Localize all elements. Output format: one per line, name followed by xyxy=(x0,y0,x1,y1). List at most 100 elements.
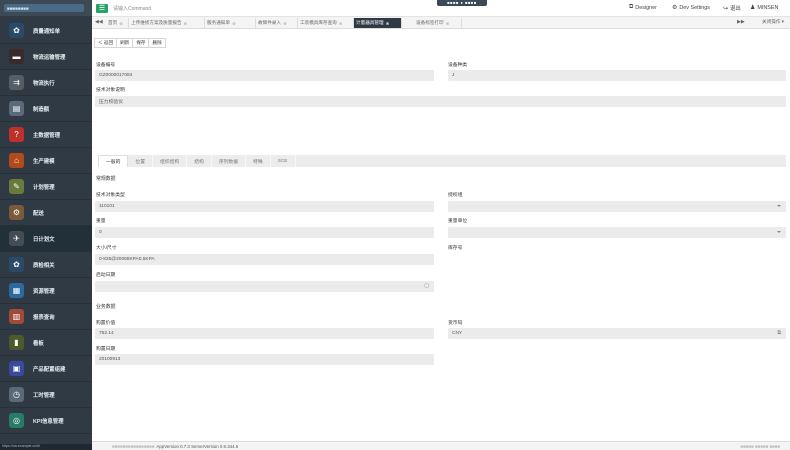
sidebar-logo-area: ■■■■■■■■ xyxy=(0,0,92,16)
tab[interactable]: 上传维修方案及质量报告 ⊗ xyxy=(129,18,205,28)
copy-icon[interactable]: ⧉ xyxy=(777,330,781,336)
detail-tab[interactable]: 序列数据 xyxy=(212,155,247,167)
start-date-label: 启动日期 xyxy=(96,273,116,278)
sidebar-item-label: 日计划文 xyxy=(33,236,55,243)
command-input[interactable]: 请输入Command xyxy=(113,5,151,12)
calendar-icon[interactable]: ▢ xyxy=(424,283,429,289)
close-tab-icon[interactable]: ⊗ xyxy=(283,21,287,26)
sidebar-item[interactable]: ▣ 产品配置组建 xyxy=(0,356,92,382)
status-blurred-right: ■■■■■ ■■■■■ ■■■■ xyxy=(740,443,780,449)
sidebar-item[interactable]: ▥ 报表查询 xyxy=(0,304,92,330)
designer-button[interactable]: ⧉ Designer xyxy=(629,4,657,11)
sidebar-item-label: 计划管理 xyxy=(33,184,55,191)
tab-label: 设备标签打印 xyxy=(416,20,444,25)
acq-date-field[interactable]: 20100913 xyxy=(95,354,434,365)
detail-tab[interactable]: 一般的 xyxy=(98,155,129,167)
tab[interactable]: 服务通知单 ⊗ xyxy=(205,18,256,28)
save-button[interactable]: 保存 xyxy=(132,38,150,48)
tab[interactable]: 故障件录入 ⊗ xyxy=(256,18,298,28)
sidebar-item[interactable]: ◎ KPI信息管理 xyxy=(0,408,92,434)
sidebar-item-icon: ⇉ xyxy=(9,75,24,90)
sidebar-item-label: 质检相关 xyxy=(33,262,55,269)
weight-unit-label: 重量单位 xyxy=(448,219,468,224)
sidebar-item[interactable]: ✈ 日计划文 xyxy=(0,226,92,252)
sidebar-item[interactable]: ✿ 质检相关 xyxy=(0,252,92,278)
tab[interactable]: 首页 ⊗ xyxy=(106,18,129,28)
tab-scroll-right-icon[interactable]: ▶▶ xyxy=(737,19,745,25)
tab-scroll-left-icon[interactable]: ◀◀ xyxy=(95,19,103,25)
sidebar-item[interactable]: ✎ 计划管理 xyxy=(0,174,92,200)
external-link-icon: ⧉ xyxy=(629,4,634,10)
version-info: AppVersion 0.7.3 ServerVersion 0.9.344.6 xyxy=(156,443,239,449)
gear-icon: ⚙ xyxy=(672,5,678,11)
currency-field[interactable]: CNY ⧉ xyxy=(448,328,786,339)
chevron-down-icon xyxy=(777,231,781,233)
weight-field[interactable]: 0 xyxy=(95,227,434,238)
start-date-field[interactable]: ▢ xyxy=(95,281,434,292)
sidebar-item[interactable]: ✿ 质量通知单 xyxy=(0,18,92,44)
sidebar-item-icon: ? xyxy=(9,127,24,142)
close-tab-icon[interactable]: ⊗ xyxy=(339,21,343,26)
sidebar-item[interactable]: ▬ 物流运输管理 xyxy=(0,44,92,70)
size-field[interactable]: 0-835@20068KPA0.5KPA xyxy=(95,254,434,265)
sidebar-item-icon: ▣ xyxy=(9,361,24,376)
action-toolbar: ＜ 返回 刷新 保存 删除 xyxy=(94,38,166,48)
close-operations-menu[interactable]: 关闭操作 ▾ xyxy=(762,19,784,25)
close-tab-icon[interactable]: ⊗ xyxy=(446,21,450,26)
detail-tab[interactable]: 特殊 xyxy=(246,155,271,167)
sidebar-item-label: 生产建模 xyxy=(33,158,55,165)
tab-label: 故障件录入 xyxy=(258,20,281,25)
sidebar-item[interactable]: ◷ 工时管理 xyxy=(0,382,92,408)
sidebar-item[interactable]: ▦ 资源管理 xyxy=(0,278,92,304)
detail-tab[interactable]: 位置 xyxy=(128,155,154,167)
dev-settings-button[interactable]: ⚙ Dev Settings xyxy=(672,4,710,12)
sidebar-item-icon: ◎ xyxy=(9,413,24,428)
logout-button[interactable]: ↪ 退出 xyxy=(723,4,741,13)
sidebar-item[interactable]: ▮ 看板 xyxy=(0,330,92,356)
close-tab-icon[interactable]: ⊗ xyxy=(184,21,188,26)
tech-obj-type-field[interactable]: 110101 xyxy=(95,201,434,212)
sidebar-item[interactable]: ⇉ 物流执行 xyxy=(0,70,92,96)
delete-button[interactable]: 删除 xyxy=(148,38,166,48)
close-tab-icon[interactable]: ⊗ xyxy=(232,21,236,26)
equipment-type-field[interactable]: J xyxy=(448,70,786,81)
tab-label: 服务通知单 xyxy=(207,20,230,25)
detail-tabs: 一般的 位置 组织结构 结构 序列数据 特殊 SCE xyxy=(98,155,786,167)
main-content: ＜ 返回 刷新 保存 删除 设备编号 GZ0000017084 设备种类 J 技… xyxy=(92,29,790,441)
tab[interactable]: 工装模具库存查询 ⊗ xyxy=(298,18,354,28)
drag-handle[interactable]: ■■■■ ● ■■■■ xyxy=(437,0,487,6)
sidebar-item[interactable]: ▤ 制造额 xyxy=(0,96,92,122)
detail-tab[interactable]: SCE xyxy=(271,155,296,167)
close-tab-icon[interactable]: ⊗ xyxy=(386,21,390,26)
equipment-no-field[interactable]: GZ0000017084 xyxy=(95,70,434,81)
tab[interactable]: 设备标签打印 ⊗ xyxy=(414,18,462,28)
detail-tab[interactable]: 结构 xyxy=(187,155,212,167)
sidebar-item-label: 物流运输管理 xyxy=(33,54,66,61)
sidebar-item[interactable]: ⚙ 配送 xyxy=(0,200,92,226)
sidebar-item-icon: ✈ xyxy=(9,231,24,246)
auth-group-select[interactable] xyxy=(448,201,786,212)
weight-label: 重量 xyxy=(96,219,106,224)
logout-icon: ↪ xyxy=(723,5,729,12)
tab-bar: ◀◀ 首页 ⊗ 上传维修方案及质量报告 ⊗ 服务通知单 ⊗ 故障件录入 ⊗ 工装模具库存查询 ⊗ 计… xyxy=(92,17,790,29)
tab[interactable]: 计量器具管理 ⊗ xyxy=(354,18,402,28)
weight-unit-select[interactable] xyxy=(448,227,786,238)
auth-group-label: 授权组 xyxy=(448,193,463,198)
tech-desc-field[interactable]: 压力校验仪 xyxy=(95,96,786,107)
app-window: ■■■■■■■■ ✿ 质量通知单 ▬ 物流运输管理 ⇉ 物流执行 ▤ 制造额? 主数据管理 ⌂ 生产… xyxy=(0,0,790,450)
business-data-title: 业务数据 xyxy=(96,305,116,310)
sidebar-item[interactable]: ? 主数据管理 xyxy=(0,122,92,148)
sidebar-item[interactable]: ⌂ 生产建模 xyxy=(0,148,92,174)
menu-toggle-button[interactable]: ☰ xyxy=(96,3,108,13)
sidebar-item-label: 产品配置组建 xyxy=(33,366,66,373)
sidebar-item-label: KPI信息管理 xyxy=(33,418,64,425)
detail-tab[interactable]: 组织结构 xyxy=(153,155,188,167)
refresh-button[interactable]: 刷新 xyxy=(116,38,134,48)
status-blurred-left: ■■■■■■■■■■■■■■■■ xyxy=(112,443,155,449)
currency-label: 货币码 xyxy=(448,321,463,326)
back-button[interactable]: ＜ 返回 xyxy=(94,38,118,48)
close-tab-icon[interactable]: ⊗ xyxy=(119,21,123,26)
sidebar-item-label: 主数据管理 xyxy=(33,132,60,139)
user-menu[interactable]: ♟ MINSEN xyxy=(750,4,778,12)
acq-value-field[interactable]: 752.14 xyxy=(95,328,434,339)
